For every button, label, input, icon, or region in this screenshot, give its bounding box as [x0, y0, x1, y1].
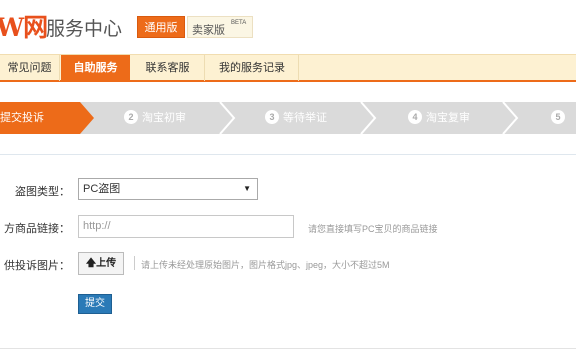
upload-icon: 🡅	[85, 258, 97, 269]
edition-general-tab[interactable]: 通用版	[137, 16, 185, 38]
link-label: 方商品链接：	[4, 223, 70, 235]
step-5-number: 5	[551, 110, 565, 125]
nav-item-service-records[interactable]: 我的服务记录	[206, 55, 299, 81]
nav-item-contact-support[interactable]: 联系客服	[131, 55, 205, 81]
type-label: 盗图类型：	[15, 186, 70, 198]
edition-seller-label: 卖家版	[192, 24, 225, 37]
step-3-label: 等待举证	[283, 112, 327, 124]
bottom-divider	[0, 348, 576, 349]
progress-steps: 提交投诉 2 淘宝初审 3 等待举证 4 淘宝复审 5投	[0, 102, 576, 156]
upload-button[interactable]: 🡅上传	[78, 252, 124, 275]
step-4: 4 淘宝复审	[408, 102, 470, 134]
upload-hint: 请上传未经处理原始图片，图片格式jpg、jpeg，大小不超过5M	[141, 260, 390, 270]
main-nav: 常见问题 自助服务 联系客服 我的服务记录	[0, 54, 576, 82]
step-3-number: 3	[265, 110, 279, 125]
type-select-value: PC盗图	[83, 183, 121, 195]
step-5: 5投	[551, 102, 576, 156]
step-2-label: 淘宝初审	[142, 112, 186, 124]
step-4-number: 4	[408, 110, 422, 125]
step-divider	[502, 102, 519, 134]
link-input[interactable]: http://	[78, 215, 294, 238]
header: W网 服务中心 通用版 卖家版 BETA	[0, 0, 576, 54]
nav-item-self-service[interactable]: 自助服务	[61, 55, 130, 82]
submit-button[interactable]: 提交	[78, 294, 112, 314]
chevron-down-icon: ▼	[243, 184, 251, 193]
step-2-number: 2	[124, 110, 138, 125]
step-1-label: 提交投诉	[0, 112, 44, 124]
beta-tag: BETA	[231, 20, 247, 26]
type-select[interactable]: PC盗图 ▼	[78, 178, 258, 200]
nav-item-faq[interactable]: 常见问题	[0, 55, 60, 81]
site-logo[interactable]: W网	[0, 8, 48, 44]
step-4-label: 淘宝复审	[426, 112, 470, 124]
service-center-title: 服务中心	[46, 19, 123, 40]
edition-seller-tab[interactable]: 卖家版 BETA	[187, 16, 253, 38]
step-2: 2 淘宝初审	[124, 102, 186, 134]
section-divider	[0, 154, 576, 155]
step-3: 3 等待举证	[265, 102, 327, 134]
step-divider	[360, 102, 377, 134]
upload-separator	[134, 256, 135, 270]
step-divider	[219, 102, 236, 134]
link-hint: 请您直接填写PC宝贝的商品链接	[308, 224, 438, 234]
upload-button-label: 上传	[96, 258, 117, 269]
image-label: 供投诉图片：	[4, 260, 70, 272]
step-1: 提交投诉	[0, 102, 44, 134]
